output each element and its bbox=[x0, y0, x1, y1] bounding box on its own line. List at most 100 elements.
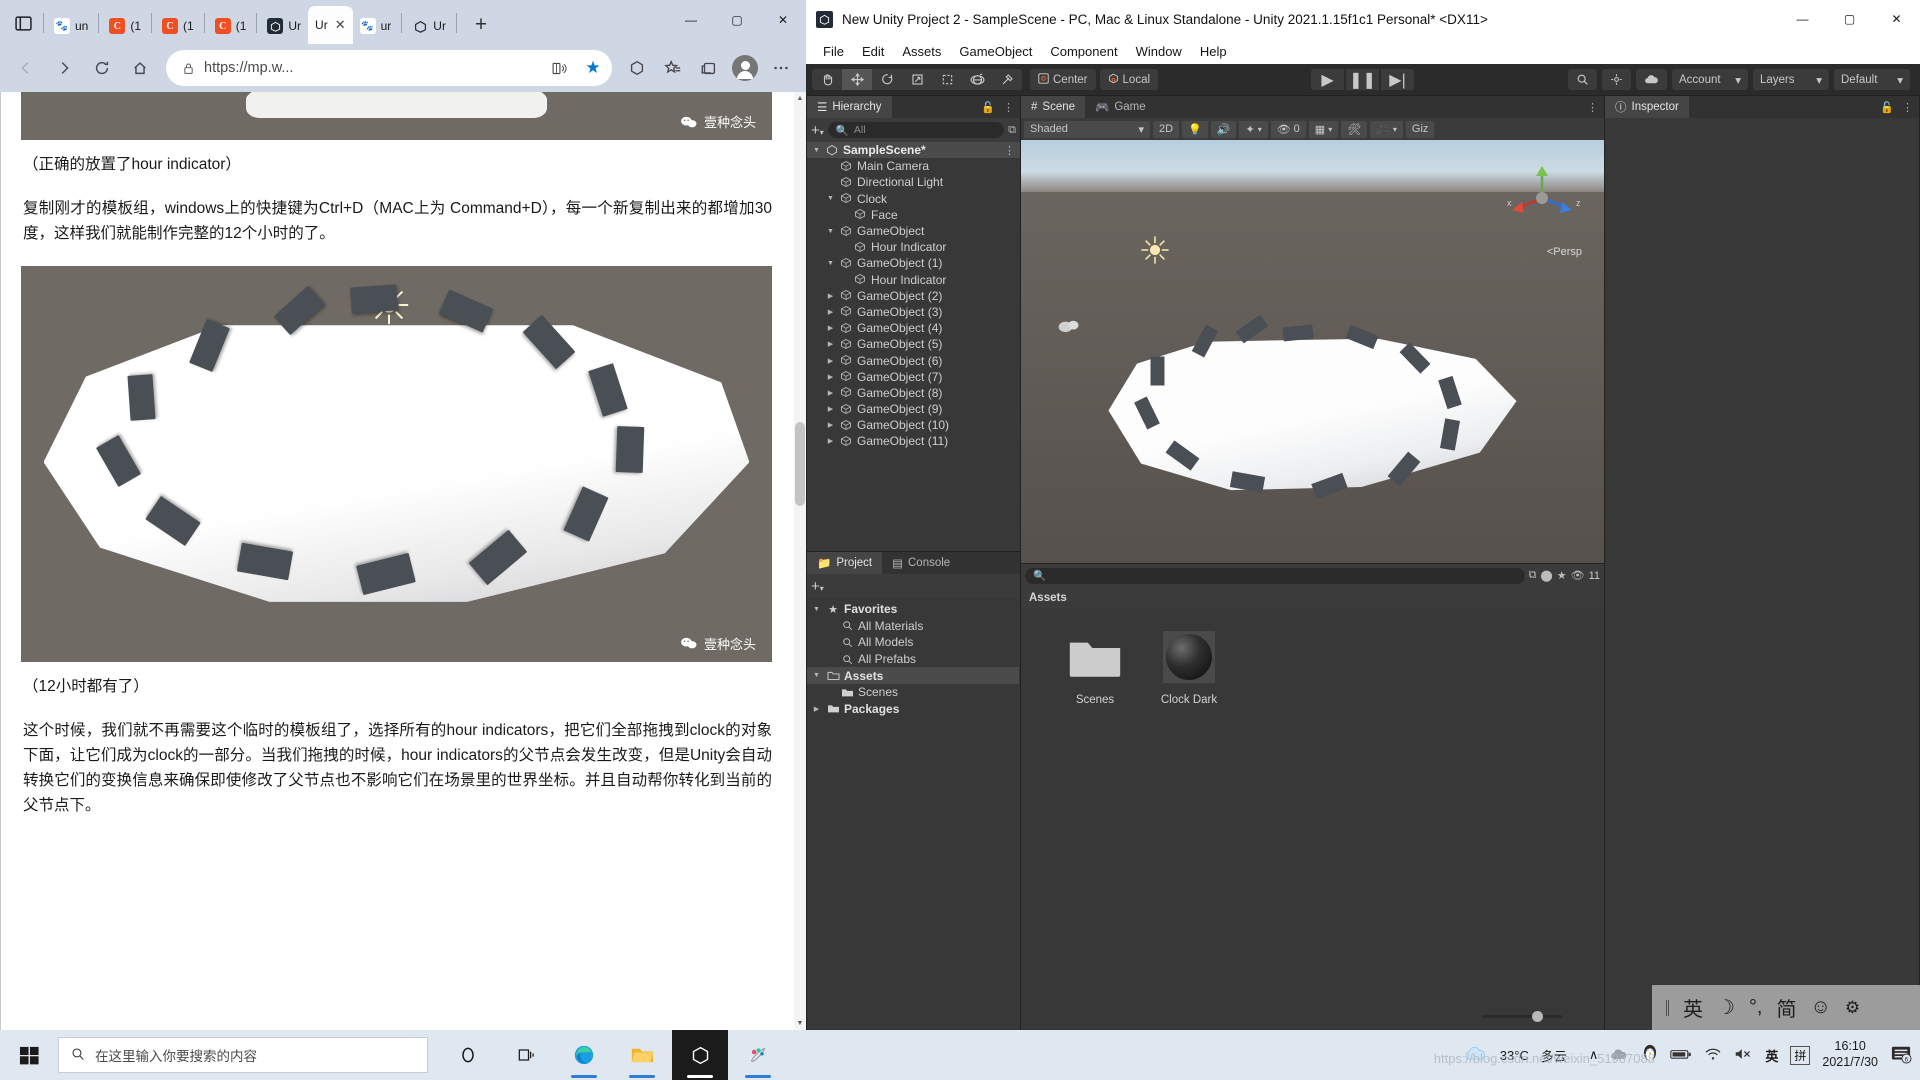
chevron-right-icon[interactable]: ▶ bbox=[825, 421, 836, 429]
browser-tab[interactable]: Ur bbox=[405, 8, 453, 44]
play-button[interactable]: ▶ bbox=[1311, 69, 1345, 90]
chevron-down-icon[interactable]: ▼ bbox=[811, 147, 822, 154]
cortana-icon[interactable] bbox=[440, 1030, 496, 1080]
tab-hierarchy[interactable]: ☰ Hierarchy bbox=[807, 96, 892, 118]
hierarchy-search-input[interactable]: 🔍 All bbox=[827, 122, 1005, 138]
menu-edit[interactable]: Edit bbox=[853, 44, 893, 59]
home-icon[interactable] bbox=[122, 50, 158, 86]
zoom-slider-knob[interactable] bbox=[1532, 1011, 1543, 1022]
task-view-icon[interactable] bbox=[498, 1030, 554, 1080]
hierarchy-item-gameobject-9[interactable]: ▶ GameObject (9) bbox=[807, 401, 1020, 417]
menu-window[interactable]: Window bbox=[1127, 44, 1191, 59]
reload-icon[interactable] bbox=[84, 50, 120, 86]
tab-layout-icon[interactable] bbox=[6, 6, 40, 40]
menu-component[interactable]: Component bbox=[1041, 44, 1126, 59]
asset-item[interactable]: Clock Dark bbox=[1153, 626, 1225, 706]
browser-tab[interactable]: 🐾 ur bbox=[353, 8, 399, 44]
new-tab-button[interactable]: + bbox=[466, 10, 496, 40]
scale-tool-icon[interactable] bbox=[902, 69, 932, 90]
hierarchy-item-gameobject-4[interactable]: ▶ GameObject (4) bbox=[807, 320, 1020, 336]
lock-icon[interactable]: 🔓 bbox=[1880, 101, 1894, 114]
gear-icon[interactable]: ⚙ bbox=[1845, 998, 1860, 1018]
ime-drag-handle[interactable] bbox=[1666, 999, 1669, 1016]
rotate-tool-icon[interactable] bbox=[872, 69, 902, 90]
scene-tools-icon[interactable]: 🛠 bbox=[1341, 120, 1368, 138]
project-item-all-materials[interactable]: All Materials bbox=[807, 618, 1019, 635]
asset-item[interactable]: Scenes bbox=[1059, 626, 1131, 706]
chevron-down-icon[interactable]: ▼ bbox=[825, 260, 836, 267]
hierarchy-tree[interactable]: ▼ SampleScene* ⋮ Main Camera Directional Lig… bbox=[807, 142, 1020, 551]
project-item-all-prefabs[interactable]: All Prefabs bbox=[807, 651, 1019, 668]
browser-tab[interactable]: Ur bbox=[260, 8, 308, 44]
ime-language[interactable]: 英 bbox=[1683, 993, 1703, 1022]
draw-mode-dropdown[interactable]: Shaded ▾ bbox=[1024, 120, 1150, 138]
battery-icon[interactable] bbox=[1670, 1048, 1692, 1063]
layout-dropdown[interactable]: Default ▾ bbox=[1834, 69, 1910, 90]
layers-dropdown[interactable]: Layers ▾ bbox=[1753, 69, 1829, 90]
chevron-down-icon[interactable]: ▼ bbox=[811, 606, 822, 613]
transform-tool-icon[interactable] bbox=[962, 69, 992, 90]
browser-tab[interactable]: 🐾 un bbox=[47, 8, 95, 44]
minimize-button[interactable]: — bbox=[1779, 0, 1826, 38]
chevron-down-icon[interactable]: ▼ bbox=[825, 195, 836, 202]
project-item-packages[interactable]: ▶ Packages bbox=[807, 701, 1019, 718]
file-explorer-icon[interactable] bbox=[614, 1030, 670, 1080]
project-tree[interactable]: ▼ ★ Favorites All Materials All Models All Pr… bbox=[807, 598, 1019, 1030]
pivot-mode-button[interactable]: Center bbox=[1030, 69, 1096, 90]
hierarchy-item-gameobject-11[interactable]: ▶ GameObject (11) bbox=[807, 433, 1020, 449]
custom-tool-icon[interactable] bbox=[992, 69, 1022, 90]
favorites-icon[interactable] bbox=[656, 51, 690, 85]
chevron-down-icon[interactable]: ▼ bbox=[811, 672, 822, 679]
unity-icon[interactable] bbox=[672, 1030, 728, 1080]
settings-more-icon[interactable] bbox=[764, 51, 798, 85]
project-item-assets[interactable]: ▼ Assets bbox=[807, 667, 1019, 684]
hierarchy-item-clock[interactable]: ▼ Clock bbox=[807, 191, 1020, 207]
chevron-right-icon[interactable]: ▶ bbox=[825, 357, 836, 365]
star-filter-icon[interactable]: ★ bbox=[1557, 569, 1567, 582]
hierarchy-item-face[interactable]: Face bbox=[807, 207, 1020, 223]
scene-view-gizmo[interactable]: y x z bbox=[1502, 157, 1582, 238]
services-icon[interactable] bbox=[1602, 69, 1631, 90]
step-button[interactable]: ▶| bbox=[1381, 69, 1415, 90]
tab-console[interactable]: ▤ Console bbox=[882, 552, 961, 574]
address-bar[interactable]: https://mp.w... ★ bbox=[166, 50, 612, 86]
page-scrollbar[interactable]: ▲ ▼ bbox=[794, 92, 806, 1030]
taskbar-search-input[interactable]: 在这里输入你要搜索的内容 bbox=[58, 1037, 428, 1073]
paint-3d-icon[interactable] bbox=[730, 1030, 786, 1080]
search-filter-icon[interactable]: ⧉ bbox=[1529, 569, 1537, 582]
scroll-up-icon[interactable]: ▲ bbox=[794, 92, 806, 105]
ime-floating-bar[interactable]: 英 ☽ °, 简 ☺ ⚙ bbox=[1652, 985, 1920, 1030]
hierarchy-item-gameobject-3[interactable]: ▶ GameObject (3) bbox=[807, 304, 1020, 320]
close-icon[interactable]: ✕ bbox=[335, 17, 346, 33]
forward-icon[interactable] bbox=[46, 50, 82, 86]
hierarchy-filter-icon[interactable]: ⧉ bbox=[1008, 124, 1016, 137]
browser-tab[interactable]: C (1 bbox=[155, 8, 201, 44]
scene-grid-icon[interactable]: ▦ ▾ bbox=[1308, 120, 1339, 138]
hierarchy-item-gameobject-2[interactable]: ▶ GameObject (2) bbox=[807, 288, 1020, 304]
hand-tool-icon[interactable] bbox=[812, 69, 842, 90]
chevron-down-icon[interactable]: ▼ bbox=[825, 228, 836, 235]
close-button[interactable]: ✕ bbox=[760, 0, 806, 40]
menu-file[interactable]: File bbox=[814, 44, 853, 59]
scene-lighting-icon[interactable]: 💡 bbox=[1182, 120, 1208, 138]
profile-icon[interactable] bbox=[728, 51, 762, 85]
assets-zoom-slider[interactable] bbox=[1482, 1011, 1562, 1022]
lock-icon[interactable]: 🔓 bbox=[981, 101, 995, 114]
favorite-icon[interactable]: ★ bbox=[580, 55, 606, 81]
menu-gameobject[interactable]: GameObject bbox=[950, 44, 1041, 59]
panel-menu-icon[interactable]: ⋮ bbox=[1003, 101, 1014, 114]
panel-menu-icon[interactable]: ⋮ bbox=[1587, 101, 1598, 114]
browser-tab[interactable]: C (1 bbox=[208, 8, 254, 44]
scene-fx-icon[interactable]: ✦ ▾ bbox=[1239, 120, 1268, 138]
rect-tool-icon[interactable] bbox=[932, 69, 962, 90]
chevron-right-icon[interactable]: ▶ bbox=[825, 292, 836, 300]
hierarchy-item-gameobject-1[interactable]: ▼ GameObject (1) bbox=[807, 255, 1020, 271]
maximize-button[interactable]: ▢ bbox=[714, 0, 760, 40]
favorite-filter-icon[interactable]: ⬤ bbox=[1540, 569, 1552, 582]
moon-icon[interactable]: ☽ bbox=[1717, 995, 1735, 1020]
hierarchy-item-hour-indicator[interactable]: Hour Indicator bbox=[807, 239, 1020, 255]
ime-emoji-icon[interactable]: ☺ bbox=[1811, 996, 1831, 1019]
project-item-favorites[interactable]: ▼ ★ Favorites bbox=[807, 601, 1019, 618]
toggle-2d-button[interactable]: 2D bbox=[1153, 120, 1180, 138]
chevron-right-icon[interactable]: ▶ bbox=[825, 324, 836, 332]
